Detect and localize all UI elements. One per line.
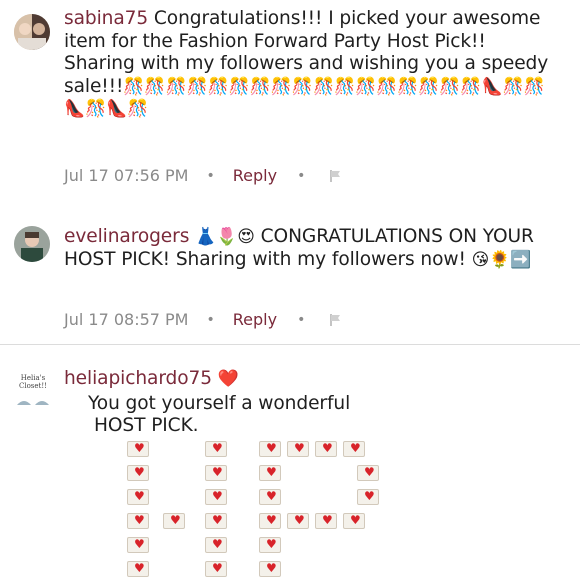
love-letter-icon	[127, 465, 149, 481]
flag-icon[interactable]	[329, 169, 343, 183]
comment-meta: Jul 17 08:57 PM • Reply •	[64, 310, 343, 329]
reply-button[interactable]: Reply	[233, 310, 277, 329]
heart-emoji: ❤️	[217, 369, 239, 389]
love-letter-icon	[127, 441, 149, 457]
love-letter-icon	[343, 441, 365, 457]
love-letter-icon	[357, 465, 379, 481]
username-link[interactable]: sabina75	[64, 8, 148, 29]
separator-dot: •	[206, 311, 215, 328]
love-letter-icon	[205, 513, 227, 529]
love-letter-icon	[205, 561, 227, 577]
love-letter-icon	[343, 513, 365, 529]
username-link[interactable]: heliapichardo75	[64, 368, 212, 389]
love-letter-icon	[315, 513, 337, 529]
love-letter-icon	[127, 513, 149, 529]
love-letter-icon	[315, 441, 337, 457]
love-letter-icon	[205, 489, 227, 505]
avatar[interactable]	[14, 14, 50, 50]
username-link[interactable]: evelinarogers	[64, 226, 189, 247]
love-letter-icon	[259, 513, 281, 529]
emoji-confetti: 🎊🎊🎊🎊🎊🎊🎊🎊🎊🎊🎊🎊🎊🎊🎊🎊🎊👠🎊🎊👠🎊👠🎊	[64, 76, 545, 120]
avatar-hangers-icon	[17, 401, 49, 405]
comment-message-line2: HOST PICK.	[94, 415, 199, 436]
love-letter-icon	[205, 537, 227, 553]
love-letter-icon	[259, 465, 281, 481]
love-letter-icon	[287, 513, 309, 529]
love-letter-icon	[357, 489, 379, 505]
emoji-prefix: 👗🌷😍	[195, 227, 255, 247]
flag-icon[interactable]	[329, 313, 343, 327]
separator-dot: •	[297, 167, 306, 184]
comment-text: heliapichardo75 ❤️	[64, 368, 550, 391]
avatar[interactable]	[14, 226, 50, 262]
comment-divider	[0, 344, 580, 345]
separator-dot: •	[297, 311, 306, 328]
love-letter-icon	[259, 537, 281, 553]
love-letter-icon	[259, 441, 281, 457]
timestamp: Jul 17 07:56 PM	[64, 166, 189, 185]
love-letter-icon	[127, 489, 149, 505]
love-letter-icon	[259, 561, 281, 577]
emoji-suffix: 😘🌻➡️	[471, 249, 532, 270]
separator-dot: •	[206, 167, 215, 184]
comment-text: sabina75 Congratulations!!! I picked you…	[64, 8, 550, 121]
love-letter-icon	[163, 513, 185, 529]
reply-button[interactable]: Reply	[233, 166, 277, 185]
comment-message-line1: You got yourself a wonderful	[88, 392, 351, 414]
love-letter-icon	[127, 537, 149, 553]
timestamp: Jul 17 08:57 PM	[64, 310, 189, 329]
love-letter-icon	[127, 561, 149, 577]
love-letter-icon	[287, 441, 309, 457]
comment-meta: Jul 17 07:56 PM • Reply •	[64, 166, 343, 185]
avatar-text: Helia's Closet!!	[19, 374, 47, 390]
avatar[interactable]: Helia's Closet!!	[14, 374, 52, 412]
avatar-photo-icon	[14, 226, 50, 262]
comment-text: evelinarogers 👗🌷😍 CONGRATULATIONS ON YOU…	[64, 226, 550, 271]
love-letter-icon	[205, 441, 227, 457]
avatar-photo-icon	[14, 14, 50, 50]
love-letter-icon	[259, 489, 281, 505]
love-letter-icon	[205, 465, 227, 481]
